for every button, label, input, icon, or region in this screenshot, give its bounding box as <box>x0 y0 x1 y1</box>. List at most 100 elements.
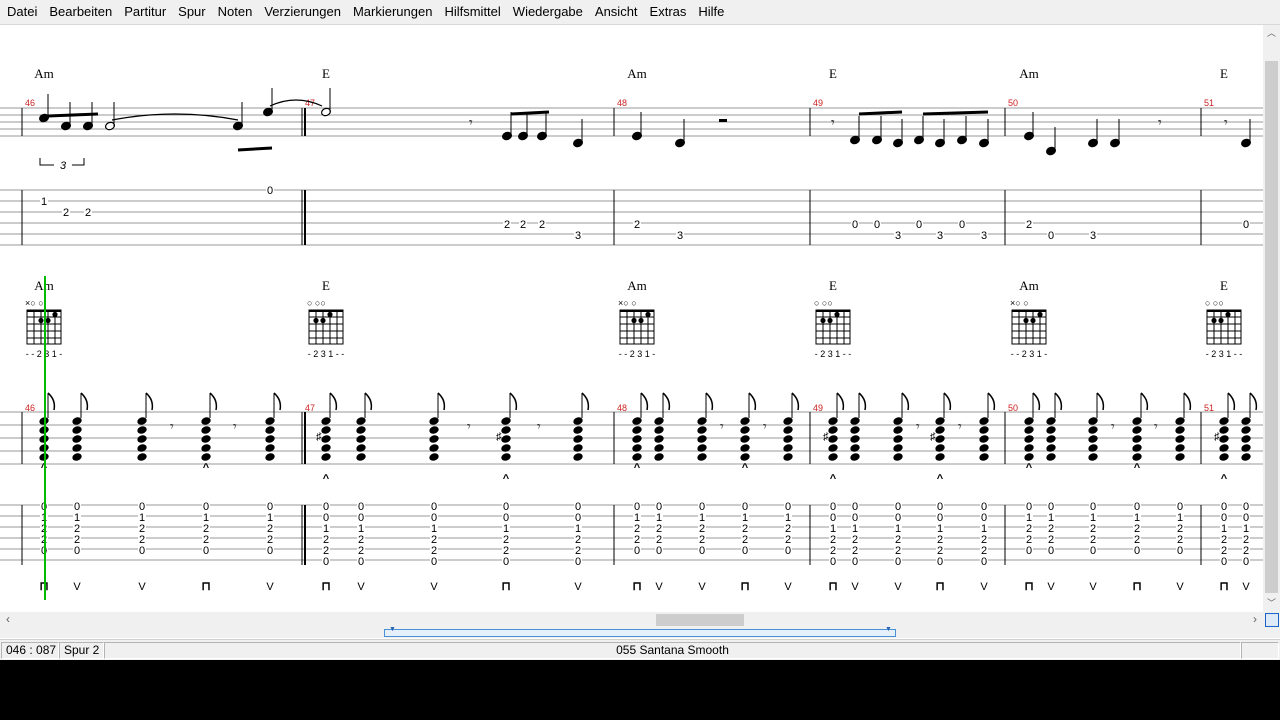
horizontal-scrollbar[interactable]: ‹ › <box>0 612 1263 628</box>
chord-diagram-dot <box>52 311 58 318</box>
chord-note-head <box>1088 444 1098 452</box>
chord-note-head <box>356 426 366 434</box>
chord-note-head <box>632 435 642 443</box>
note-flag <box>943 392 952 411</box>
strum-up-icon: V <box>655 581 663 593</box>
status-extra <box>1241 642 1279 659</box>
chord-note-head <box>501 444 511 452</box>
chord-note-head <box>1241 435 1251 443</box>
chord-note-head <box>632 444 642 452</box>
note-flag <box>1054 392 1063 411</box>
chord-diagram-dot <box>320 317 326 324</box>
chord-note-head <box>828 453 838 461</box>
chord-note-head <box>1175 444 1185 452</box>
scroll-right-icon[interactable]: › <box>1247 612 1263 628</box>
chord-note-head <box>632 426 642 434</box>
chord-diagram-dot <box>820 317 826 324</box>
tab-fret-number: 0 <box>1221 556 1227 568</box>
score-view[interactable]: Am E Am E Am E 46 47 48 49 50 51 3 𝄾 𝄾 𝄾 𝄾 0 1 2 2 2 2 2 3 2 3 0 0 3 0… <box>0 25 1263 612</box>
chord-note-head <box>1241 426 1251 434</box>
menu-hilfe[interactable]: Hilfe <box>692 0 730 24</box>
menu-verzierungen[interactable]: Verzierungen <box>258 0 347 24</box>
zoom-icon[interactable] <box>1263 612 1280 628</box>
sharp-sign: ♯ <box>316 431 322 443</box>
tab-fret-number: 2 <box>504 219 510 231</box>
menu-noten[interactable]: Noten <box>212 0 259 24</box>
range-start-icon[interactable]: ▼ <box>389 626 396 633</box>
note-flag <box>1249 392 1258 411</box>
tab-fret-number: 2 <box>539 219 545 231</box>
chord-diagram-fingering: - 2 3 1 - - <box>1206 349 1243 359</box>
chord-note-head <box>935 453 945 461</box>
note-beam <box>858 110 903 116</box>
vertical-scroll-thumb[interactable] <box>1265 61 1278 593</box>
note-beam <box>47 112 99 118</box>
range-end-icon[interactable]: ▼ <box>885 626 892 633</box>
menu-datei[interactable]: Datei <box>0 0 43 24</box>
scroll-down-icon[interactable]: ﹀ <box>1263 595 1280 612</box>
tab-fret-number: 0 <box>1243 556 1249 568</box>
rest-symbol: 𝄾 <box>958 418 962 434</box>
chord-note-head <box>740 453 750 461</box>
chord-note-head <box>850 444 860 452</box>
menu-spur[interactable]: Spur <box>172 0 211 24</box>
menu-bearbeiten[interactable]: Bearbeiten <box>43 0 118 24</box>
scroll-left-icon[interactable]: ‹ <box>0 612 16 628</box>
sharp-sign: ♯ <box>496 431 502 443</box>
track-overview-range[interactable] <box>384 629 896 637</box>
chord-note-head <box>632 453 642 461</box>
chord-note-head <box>740 444 750 452</box>
tab-fret-number: 0 <box>1134 545 1140 557</box>
chord-note-head <box>321 435 331 443</box>
tab-fret-number: 0 <box>1048 230 1054 242</box>
chord-note-head <box>201 435 211 443</box>
strum-up-icon: V <box>357 581 365 593</box>
strum-up-icon: V <box>1176 581 1184 593</box>
score-canvas[interactable]: Am E Am E Am E46 47 48 49 50 513𝄾 𝄾 𝄾𝄾012 22 2 23230 030… <box>0 25 1263 612</box>
chord-note-head <box>501 453 511 461</box>
menu-markierungen[interactable]: Markierungen <box>347 0 439 24</box>
chord-note-head <box>1175 426 1185 434</box>
tab-fret-number: 2 <box>520 219 526 231</box>
menu-wiedergabe[interactable]: Wiedergabe <box>507 0 589 24</box>
chord-note-head <box>429 444 439 452</box>
vertical-scrollbar[interactable]: ︿ ﹀ <box>1263 25 1280 612</box>
accent-mark: ^ <box>830 473 837 485</box>
chord-note-head <box>1046 444 1056 452</box>
chord-note-head <box>72 453 82 461</box>
note-flag <box>748 392 757 411</box>
accent-mark: ^ <box>323 473 330 485</box>
strum-up-icon: V <box>430 581 438 593</box>
chord-diagram-open-strings: ×○ ○ <box>618 298 637 308</box>
chord-diagram-dot <box>1037 311 1043 318</box>
chord-diagram-dot <box>834 311 840 318</box>
chord-note-head <box>740 426 750 434</box>
chord-diagram-open-strings: ×○ ○ <box>25 298 44 308</box>
tab-fret-number: 0 <box>895 556 901 568</box>
track-overview[interactable]: ▼ ▼ <box>0 626 1280 638</box>
menu-partitur[interactable]: Partitur <box>118 0 172 24</box>
chord-diagram-fingering: - 2 3 1 - - <box>815 349 852 359</box>
chord-diagram-dot <box>638 317 644 324</box>
note-flag <box>329 392 338 411</box>
chord-note-head <box>1241 444 1251 452</box>
chord-name: E <box>829 278 837 293</box>
chord-note-head <box>1088 435 1098 443</box>
scroll-up-icon[interactable]: ︿ <box>1263 25 1280 42</box>
note-flag <box>662 392 671 411</box>
tab-fret-number: 0 <box>267 545 273 557</box>
strum-down-icon: ⊓ <box>201 579 210 593</box>
menu-extras[interactable]: Extras <box>644 0 693 24</box>
chord-note-head <box>321 444 331 452</box>
chord-note-head <box>72 444 82 452</box>
menu-ansicht[interactable]: Ansicht <box>589 0 644 24</box>
accent-mark: ^ <box>1221 473 1228 485</box>
strum-up-icon: V <box>1089 581 1097 593</box>
chord-diagram-grid <box>1206 309 1242 345</box>
rest-symbol: 𝄾 <box>170 418 174 434</box>
chord-diagram-open-strings: ○ ○○ <box>1205 298 1224 308</box>
menu-hilfsmittel[interactable]: Hilfsmittel <box>438 0 506 24</box>
chord-name: Am <box>627 278 647 293</box>
horizontal-scroll-thumb[interactable] <box>656 614 744 626</box>
chord-note-head <box>654 426 664 434</box>
